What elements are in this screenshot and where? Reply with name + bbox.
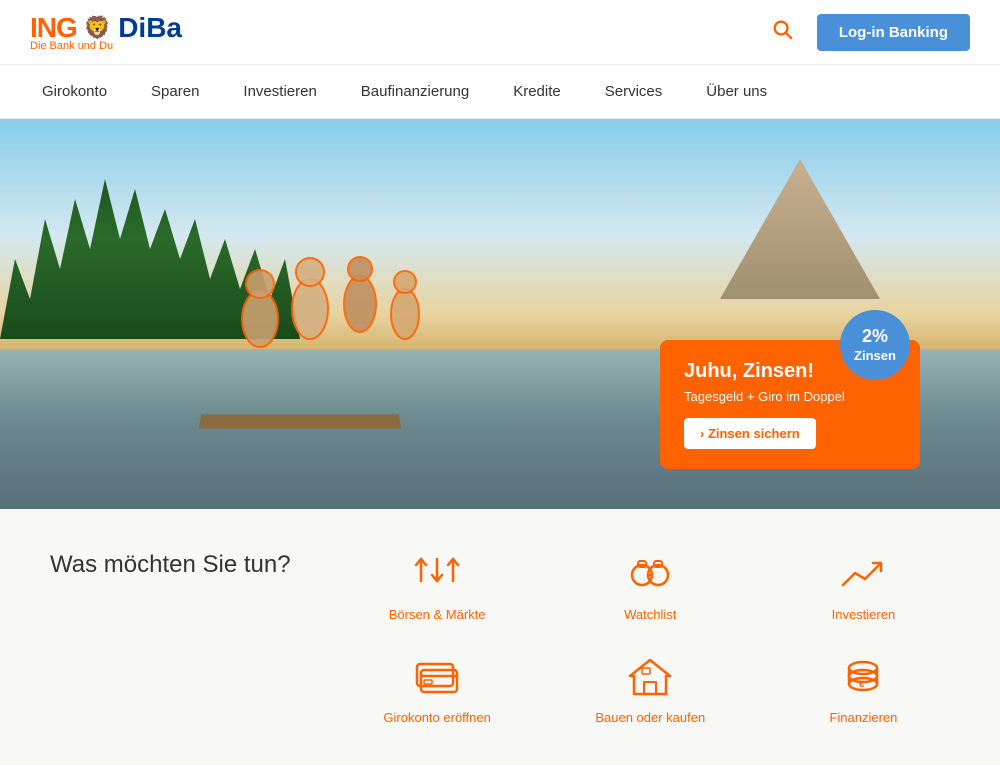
cards-icon (407, 652, 467, 702)
action-boersen-maerkte[interactable]: Börsen & Märkte (351, 549, 524, 622)
hero-section: 2% Zinsen Juhu, Zinsen! Tagesgeld + Giro… (0, 119, 1000, 509)
search-button[interactable] (767, 14, 797, 50)
svg-text:€: € (859, 679, 864, 689)
logo-diba: DiBa (118, 12, 182, 44)
promo-subtitle: Tagesgeld + Giro im Doppel (684, 389, 896, 404)
nav-item-ueber-uns[interactable]: Über uns (684, 65, 789, 118)
action-watchlist[interactable]: Watchlist (564, 549, 737, 622)
action-finanzieren-label: Finanzieren (829, 710, 897, 725)
trend-up-icon (833, 549, 893, 599)
binoculars-icon (620, 549, 680, 599)
promo-cta-button[interactable]: › Zinsen sichern (684, 418, 816, 449)
logo-tagline: Die Bank und Du (30, 40, 113, 52)
nav-item-services[interactable]: Services (583, 65, 685, 118)
nav-item-kredite[interactable]: Kredite (491, 65, 583, 118)
actions-grid: Börsen & Märkte Watchlist (351, 549, 950, 725)
coins-icon: € (833, 652, 893, 702)
logo-lion-icon: 🦁 (84, 15, 111, 41)
action-bauen-label: Bauen oder kaufen (595, 710, 705, 725)
logo: ING 🦁 DiBa Die Bank und Du (30, 12, 182, 52)
nav-item-girokonto[interactable]: Girokonto (20, 65, 129, 118)
actions-title: Was möchten Sie tun? (50, 549, 291, 580)
action-boersen-label: Börsen & Märkte (389, 607, 486, 622)
login-button[interactable]: Log-in Banking (817, 14, 970, 51)
arrows-updown-icon (407, 549, 467, 599)
promo-badge-label: Zinsen (854, 348, 896, 364)
header-right: Log-in Banking (767, 14, 970, 51)
actions-section: Was möchten Sie tun? Börsen & Märkte (0, 509, 1000, 765)
search-icon (771, 18, 793, 40)
main-nav: Girokonto Sparen Investieren Baufinanzie… (0, 65, 1000, 119)
action-investieren[interactable]: Investieren (777, 549, 950, 622)
header: ING 🦁 DiBa Die Bank und Du Log-in Bankin… (0, 0, 1000, 65)
nav-item-investieren[interactable]: Investieren (221, 65, 338, 118)
action-investieren-label: Investieren (832, 607, 896, 622)
hero-figures (200, 189, 520, 409)
house-icon (620, 652, 680, 702)
action-watchlist-label: Watchlist (624, 607, 676, 622)
nav-item-baufinanzierung[interactable]: Baufinanzierung (339, 65, 491, 118)
promo-box: 2% Zinsen Juhu, Zinsen! Tagesgeld + Giro… (660, 340, 920, 469)
nav-item-sparen[interactable]: Sparen (129, 65, 221, 118)
promo-badge: 2% Zinsen (840, 310, 910, 380)
promo-badge-percent: 2% (862, 326, 888, 348)
action-girokonto-label: Girokonto eröffnen (383, 710, 490, 725)
hero-dock (199, 415, 402, 429)
